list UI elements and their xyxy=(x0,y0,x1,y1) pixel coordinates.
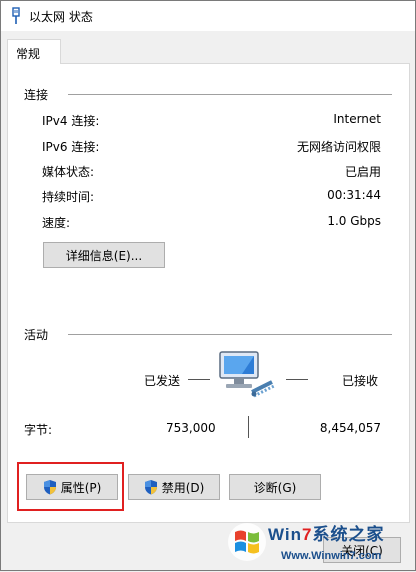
sent-label: 已发送 xyxy=(144,374,181,388)
window-title: 以太网 状态 xyxy=(29,10,93,24)
bytes-received-value: 8,454,057 xyxy=(319,421,381,435)
title-bar[interactable]: 以太网 状态 xyxy=(1,1,415,31)
tab-general-label: 常规 xyxy=(16,47,41,61)
ipv4-label: IPv4 连接: xyxy=(42,114,100,128)
received-line xyxy=(286,379,308,380)
close-button[interactable]: 关闭(C) xyxy=(323,537,401,563)
received-label: 已接收 xyxy=(342,374,379,388)
connection-section-divider xyxy=(68,94,392,95)
activity-section-title: 活动 xyxy=(24,328,49,342)
tab-general[interactable]: 常规 xyxy=(7,39,61,64)
media-state-label: 媒体状态: xyxy=(42,165,95,179)
speed-value: 1.0 Gbps xyxy=(327,214,381,228)
ipv4-value: Internet xyxy=(333,112,381,126)
general-panel: 连接 IPv4 连接: Internet IPv6 连接: 无网络访问权限 媒体… xyxy=(7,63,410,523)
duration-label: 持续时间: xyxy=(42,190,95,204)
bytes-separator xyxy=(248,416,249,438)
sent-line xyxy=(188,379,210,380)
ipv6-label: IPv6 连接: xyxy=(42,140,100,154)
disable-button-label: 禁用(D) xyxy=(161,480,205,495)
windows-logo-icon xyxy=(228,523,266,561)
properties-highlight-box xyxy=(17,462,124,511)
duration-value: 00:31:44 xyxy=(327,188,381,202)
disable-button[interactable]: 禁用(D) xyxy=(128,474,220,500)
diagnose-button[interactable]: 诊断(G) xyxy=(229,474,321,500)
ethernet-status-window: 以太网 状态 常规 连接 IPv4 连接: Internet IPv6 连接: … xyxy=(0,0,416,571)
details-button[interactable]: 详细信息(E)... xyxy=(43,242,165,268)
media-state-value: 已启用 xyxy=(344,165,381,179)
activity-section-divider xyxy=(68,334,392,335)
bytes-label: 字节: xyxy=(24,423,53,437)
bytes-sent-value: 753,000 xyxy=(166,421,216,435)
ethernet-adapter-icon xyxy=(12,7,20,24)
ipv6-value: 无网络访问权限 xyxy=(296,140,381,154)
network-computer-icon xyxy=(219,351,275,398)
uac-shield-icon xyxy=(144,480,157,495)
speed-label: 速度: xyxy=(42,216,71,230)
connection-section-title: 连接 xyxy=(24,88,49,102)
